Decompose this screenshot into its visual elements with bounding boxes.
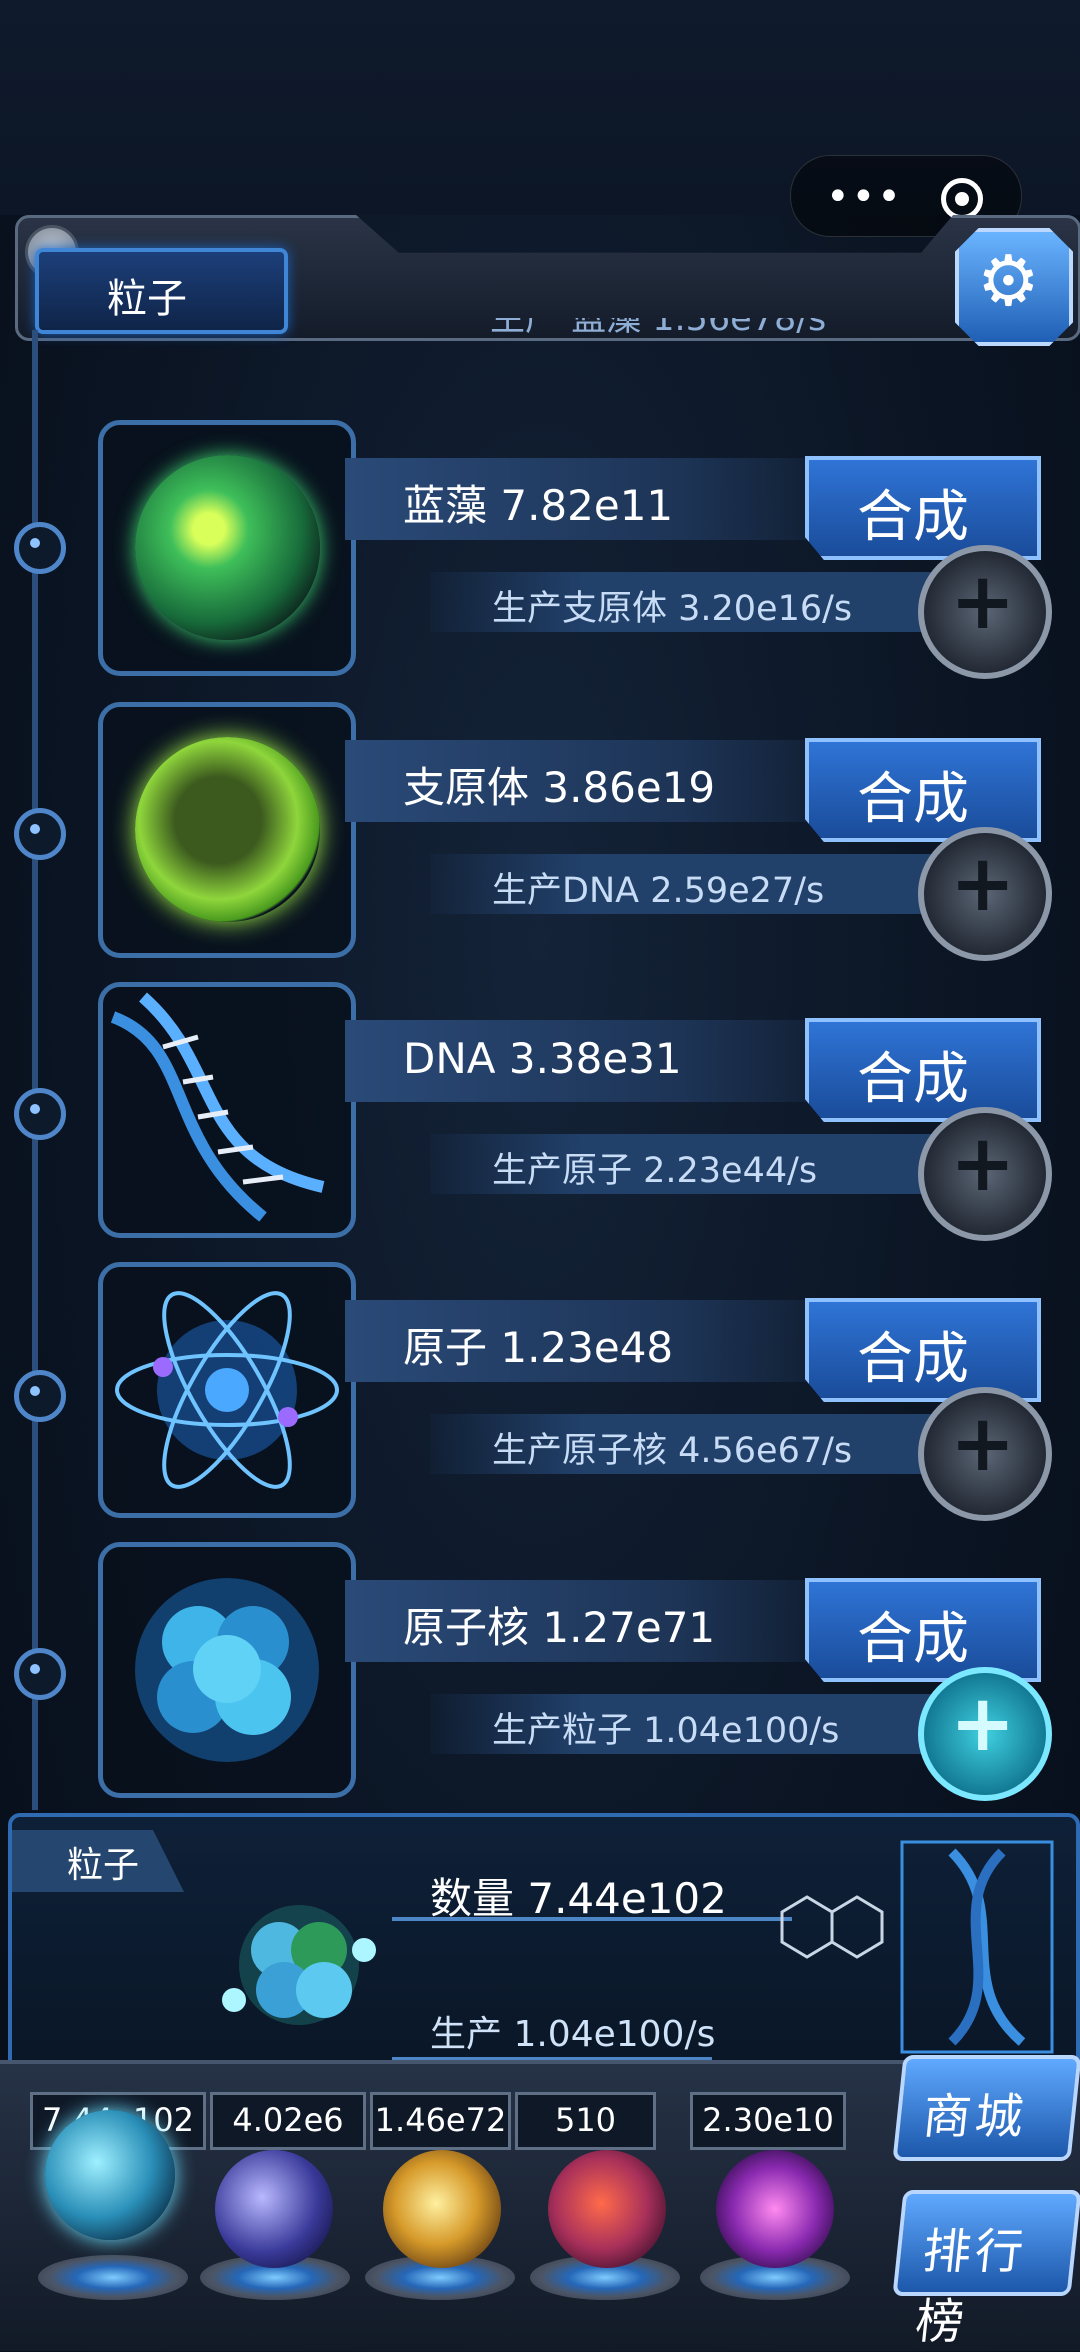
item-icon-frame bbox=[98, 420, 356, 676]
upgrade-button[interactable]: + bbox=[918, 1107, 1052, 1241]
plus-icon: + bbox=[950, 1399, 1016, 1489]
plus-icon: + bbox=[950, 839, 1016, 929]
summary-production: 生产 1.04e100/s bbox=[430, 2014, 716, 2055]
molecule-dna-icon bbox=[780, 1840, 1054, 2054]
list-item-dna: DNA 3.38e31 生产原子 2.23e44/s 合成 + bbox=[0, 982, 1080, 1242]
connector-line bbox=[392, 1917, 792, 1921]
item-name: 原子核 1.27e71 bbox=[403, 1603, 716, 1652]
settings-button[interactable]: ⚙ bbox=[955, 228, 1073, 346]
particle-orb-tab[interactable] bbox=[45, 2110, 175, 2240]
synthesize-label: 合成 bbox=[857, 485, 969, 550]
particle-summary-panel: 数量 7.44e102 生产 1.04e100/s bbox=[8, 1813, 1080, 2081]
item-production: 生产粒子 1.04e100/s bbox=[492, 1711, 840, 1751]
synthesize-button[interactable]: 合成 bbox=[805, 456, 1041, 560]
synthesize-label: 合成 bbox=[857, 1327, 969, 1392]
item-name: DNA 3.38e31 bbox=[403, 1034, 682, 1083]
summary-tab-label: 粒子 bbox=[67, 1845, 140, 1886]
synthesize-button[interactable]: 合成 bbox=[805, 1018, 1041, 1122]
list-item-atom: 原子 1.23e48 生产原子核 4.56e67/s 合成 + bbox=[0, 1262, 1080, 1522]
shop-label: 商城 bbox=[920, 2089, 1031, 2145]
list-item-mycoplasma: 支原体 3.86e19 生产DNA 2.59e27/s 合成 + bbox=[0, 702, 1080, 962]
synthesize-button[interactable]: 合成 bbox=[805, 1578, 1041, 1682]
plus-icon: + bbox=[950, 1119, 1016, 1209]
vortex-orb-tab[interactable] bbox=[716, 2150, 834, 2268]
resource-counter: 2.30e10 bbox=[690, 2092, 846, 2150]
item-icon-frame bbox=[98, 1542, 356, 1798]
nucleus-icon bbox=[135, 1578, 319, 1762]
item-production-bar: 生产DNA 2.59e27/s bbox=[430, 854, 940, 914]
page-title: 粒子 bbox=[107, 276, 187, 322]
brain-orb-tab[interactable] bbox=[548, 2150, 666, 2268]
dna-icon bbox=[110, 992, 325, 1222]
galaxy-orb-tab[interactable] bbox=[383, 2150, 501, 2268]
gear-icon: ⚙ bbox=[977, 240, 1040, 322]
item-name-bar: 原子 1.23e48 bbox=[345, 1300, 825, 1382]
upgrade-button[interactable]: + bbox=[918, 827, 1052, 961]
ranking-button[interactable]: 排行榜 bbox=[892, 2190, 1080, 2350]
item-production: 生产支原体 3.20e16/s bbox=[492, 589, 853, 629]
list-item-nucleus: 原子核 1.27e71 生产粒子 1.04e100/s 合成 + bbox=[0, 1542, 1080, 1802]
particle-cluster-icon bbox=[222, 1905, 376, 2025]
resource-counter: 510 bbox=[515, 2092, 656, 2150]
item-name: 蓝藻 7.82e11 bbox=[403, 481, 674, 530]
plus-icon: + bbox=[950, 557, 1016, 647]
item-name: 支原体 3.86e19 bbox=[403, 763, 716, 812]
atom-icon bbox=[115, 1291, 339, 1489]
item-icon-frame bbox=[98, 702, 356, 958]
mycoplasma-icon bbox=[135, 737, 320, 922]
shop-button[interactable]: 商城 bbox=[892, 2055, 1080, 2161]
close-target-icon[interactable] bbox=[941, 178, 983, 220]
orb-pedestal bbox=[38, 2255, 188, 2300]
scrolled-item-partial: 生产 蓝藻 1.56e78/s bbox=[345, 318, 905, 358]
synthesize-label: 合成 bbox=[857, 767, 969, 832]
cyanobacteria-icon bbox=[135, 455, 320, 640]
item-icon-frame bbox=[98, 982, 356, 1238]
item-production-bar: 生产原子 2.23e44/s bbox=[430, 1134, 940, 1194]
item-icon-frame bbox=[98, 1262, 356, 1518]
item-production: 生产原子 2.23e44/s bbox=[492, 1151, 818, 1191]
synthesize-button[interactable]: 合成 bbox=[805, 1298, 1041, 1402]
resource-counter: 1.46e72 bbox=[370, 2092, 511, 2150]
item-production-bar: 生产原子核 4.56e67/s bbox=[430, 1414, 940, 1474]
ranking-label: 排行榜 bbox=[912, 2224, 1031, 2350]
upgrade-button[interactable]: + bbox=[918, 1387, 1052, 1521]
item-production: 生产原子核 4.56e67/s bbox=[492, 1431, 853, 1471]
synthesize-label: 合成 bbox=[857, 1047, 969, 1112]
list-item-cyanobacteria: 蓝藻 7.82e11 生产支原体 3.20e16/s 合成 + bbox=[0, 420, 1080, 680]
page-title-tab: 粒子 bbox=[35, 248, 288, 334]
item-production: 生产DNA 2.59e27/s bbox=[492, 871, 825, 911]
upgrade-button[interactable]: + bbox=[918, 1667, 1052, 1801]
item-name-bar: 蓝藻 7.82e11 bbox=[345, 458, 825, 540]
more-icon[interactable]: ••• bbox=[826, 174, 903, 220]
item-production-bar: 生产粒子 1.04e100/s bbox=[430, 1694, 940, 1754]
synthesize-button[interactable]: 合成 bbox=[805, 738, 1041, 842]
plus-icon: + bbox=[950, 1679, 1016, 1769]
resource-counter: 4.02e6 bbox=[210, 2092, 366, 2150]
item-production-bar: 生产支原体 3.20e16/s bbox=[430, 572, 940, 632]
scrolled-item-production: 生产 蓝藻 1.56e78/s bbox=[490, 318, 827, 339]
synthesize-label: 合成 bbox=[857, 1607, 969, 1672]
upgrade-button[interactable]: + bbox=[918, 545, 1052, 679]
lightning-orb-tab[interactable] bbox=[215, 2150, 333, 2268]
item-name-bar: DNA 3.38e31 bbox=[345, 1020, 825, 1102]
item-name: 原子 1.23e48 bbox=[403, 1323, 674, 1372]
item-name-bar: 支原体 3.86e19 bbox=[345, 740, 825, 822]
item-name-bar: 原子核 1.27e71 bbox=[345, 1580, 825, 1662]
